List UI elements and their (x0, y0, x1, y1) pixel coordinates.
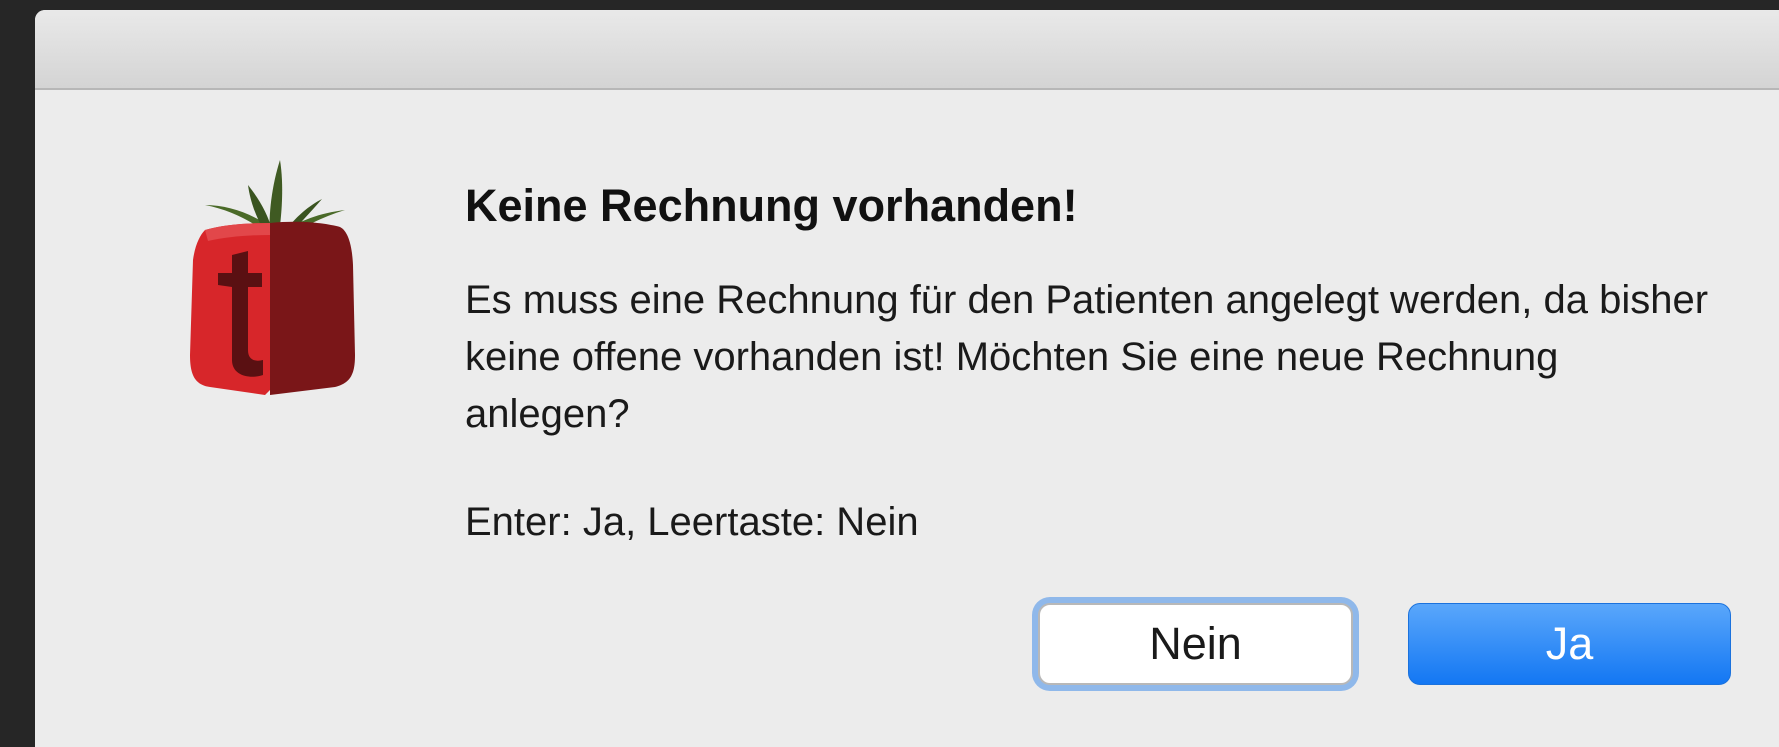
keyboard-hint: Enter: Ja, Leertaste: Nein (465, 500, 919, 544)
alert-dialog: Keine Rechnung vorhanden! Es muss eine R… (35, 10, 1779, 747)
yes-button[interactable]: Ja (1408, 603, 1731, 685)
dialog-message: Es muss eine Rechnung für den Patienten … (465, 278, 1709, 436)
tomato-app-icon (160, 155, 400, 445)
window-titlebar[interactable] (35, 10, 1779, 90)
no-button[interactable]: Nein (1038, 603, 1353, 685)
dialog-title: Keine Rechnung vorhanden! (465, 180, 1078, 231)
